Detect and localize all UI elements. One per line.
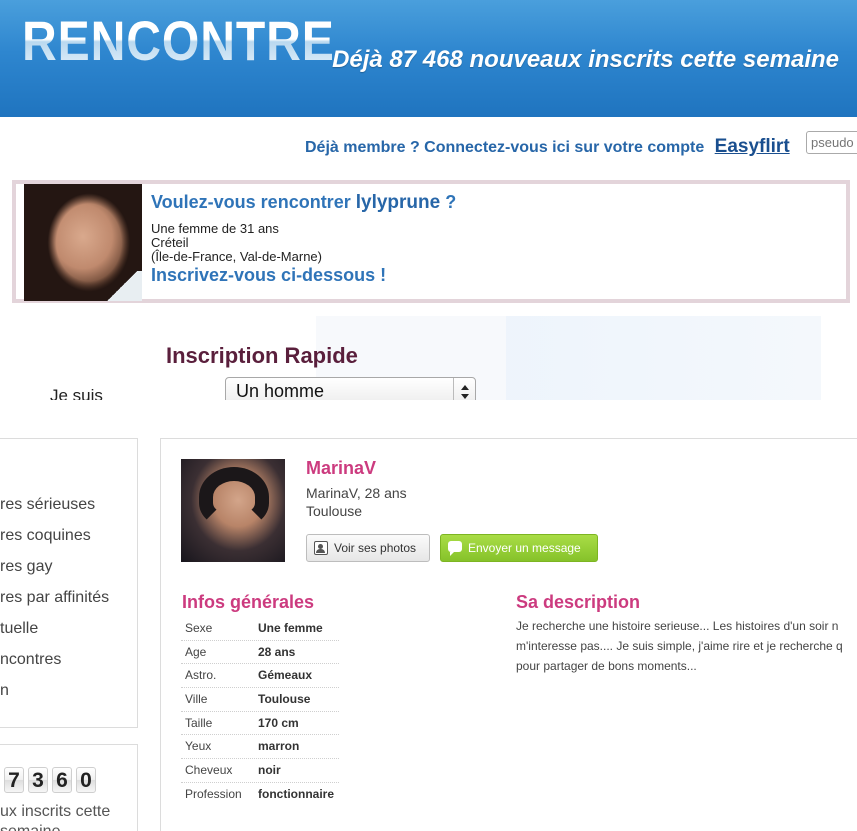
photo-icon	[314, 541, 328, 555]
profile-region: (Île-de-France, Val-de-Marne)	[151, 249, 322, 264]
info-value: marron	[258, 739, 300, 754]
photo-hair	[199, 467, 269, 527]
table-row: Cheveux noir	[181, 759, 339, 783]
description-line: Je recherche une histoire serieuse... Le…	[516, 619, 839, 633]
table-row: Ville Toulouse	[181, 688, 339, 712]
counter-digit: 7	[4, 767, 24, 793]
info-key: Cheveux	[185, 763, 233, 778]
info-value: Une femme	[258, 621, 323, 635]
info-key: Age	[185, 644, 207, 659]
counter-digit: 6	[52, 767, 72, 793]
screenshot-divider	[0, 400, 857, 430]
quick-signup-title: Inscription Rapide	[166, 343, 358, 368]
signup-cta[interactable]: Inscrivez-vous ci-dessous !	[151, 265, 386, 286]
description-section-title: Sa description	[516, 592, 641, 612]
left-nav-link-5[interactable]: tuelle	[0, 620, 38, 638]
info-value: 170 cm	[258, 715, 299, 730]
table-row: Profession fonctionnaire	[181, 783, 339, 807]
counter-digit: 0	[76, 767, 96, 793]
signup-counter: 7 3 6 0	[4, 767, 96, 793]
easyflirt-link[interactable]: Easyflirt	[715, 136, 790, 157]
banner-tagline: Déjà 87 468 nouveaux inscrits cette sema…	[332, 46, 839, 73]
info-key: Profession	[185, 786, 242, 801]
member-photo[interactable]	[181, 459, 285, 562]
counter-caption-line2: semaine	[0, 822, 110, 831]
table-row: Taille 170 cm	[181, 712, 339, 736]
profile-screenshot: res sérieuses res coquines res gay res p…	[0, 430, 857, 831]
featured-profile-box: Voulez-vous rencontrer lylyprune ? Une f…	[12, 180, 850, 303]
site-banner: RENCONTRE Déjà 87 468 nouveaux inscrits …	[0, 0, 857, 117]
send-message-label: Envoyer un message	[468, 541, 581, 555]
profile-question: Voulez-vous rencontrer lylyprune ?	[151, 192, 456, 214]
left-nav-link-7[interactable]: n	[0, 682, 9, 700]
view-photos-button[interactable]: Voir ses photos	[306, 534, 430, 562]
gender-select[interactable]: Un homme	[225, 377, 476, 400]
profile-city: Créteil	[151, 235, 189, 250]
pseudo-input[interactable]	[806, 131, 857, 154]
member-age-line: MarinaV, 28 ans	[306, 485, 407, 501]
left-nav-link-3[interactable]: res gay	[0, 558, 52, 576]
je-suis-label: Je suis	[50, 386, 103, 400]
counter-caption-line1: ux inscrits cette	[0, 803, 111, 820]
member-city: Toulouse	[306, 503, 363, 519]
infos-section-title: Infos générales	[182, 592, 315, 612]
send-message-button[interactable]: Envoyer un message	[440, 534, 598, 562]
left-nav-link-2[interactable]: res coquines	[0, 527, 91, 545]
info-value: noir	[258, 763, 281, 778]
info-value: Toulouse	[258, 692, 311, 707]
info-key: Ville	[185, 692, 208, 707]
left-nav-link-1[interactable]: res sérieuses	[0, 496, 95, 514]
info-key: Yeux	[185, 739, 212, 754]
member-description: Je recherche une histoire serieuse... Le…	[516, 616, 857, 676]
site-logo[interactable]: RENCONTRE	[22, 8, 335, 73]
member-prompt-text: Déjà membre ? Connectez-vous ici sur vot…	[305, 139, 705, 156]
chat-bubble-icon	[448, 541, 462, 556]
left-nav-link-4[interactable]: res par affinités	[0, 589, 109, 607]
counter-caption: ux inscrits cette semaine	[0, 802, 110, 831]
question-prefix: Voulez-vous rencontrer	[151, 192, 356, 212]
table-row: Yeux marron	[181, 735, 339, 760]
info-key: Sexe	[185, 621, 213, 635]
photo-corner	[102, 271, 142, 301]
info-key: Astro.	[185, 668, 217, 683]
info-key: Taille	[185, 715, 213, 730]
description-line: m'interesse pas.... Je suis simple, j'ai…	[516, 639, 843, 653]
signup-screenshot: RENCONTRE Déjà 87 468 nouveaux inscrits …	[0, 0, 857, 400]
view-photos-label: Voir ses photos	[334, 541, 417, 555]
left-nav-panel	[0, 438, 138, 728]
table-row: Astro. Gémeaux	[181, 664, 339, 689]
question-suffix: ?	[440, 192, 457, 212]
gender-select-value: Un homme	[236, 381, 325, 400]
description-line: pour partager de bons moments...	[516, 659, 697, 673]
member-login-prompt: Déjà membre ? Connectez-vous ici sur vot…	[305, 136, 790, 158]
profile-name[interactable]: lylyprune	[356, 192, 440, 213]
table-row: Sexe Une femme	[181, 617, 339, 641]
counter-digit: 3	[28, 767, 48, 793]
info-value: 28 ans	[258, 644, 296, 659]
info-value: fonctionnaire	[258, 786, 335, 801]
profile-photo[interactable]	[24, 184, 142, 301]
select-arrows-icon	[453, 378, 475, 400]
member-name[interactable]: MarinaV	[306, 458, 376, 479]
left-nav-link-6[interactable]: ncontres	[0, 651, 61, 669]
profile-age-line: Une femme de 31 ans	[151, 221, 279, 236]
table-row: Age 28 ans	[181, 641, 339, 665]
infos-table: Sexe Une femme Age 28 ans Astro. Gémeaux Vi…	[181, 617, 339, 807]
info-value: Gémeaux	[258, 668, 313, 683]
